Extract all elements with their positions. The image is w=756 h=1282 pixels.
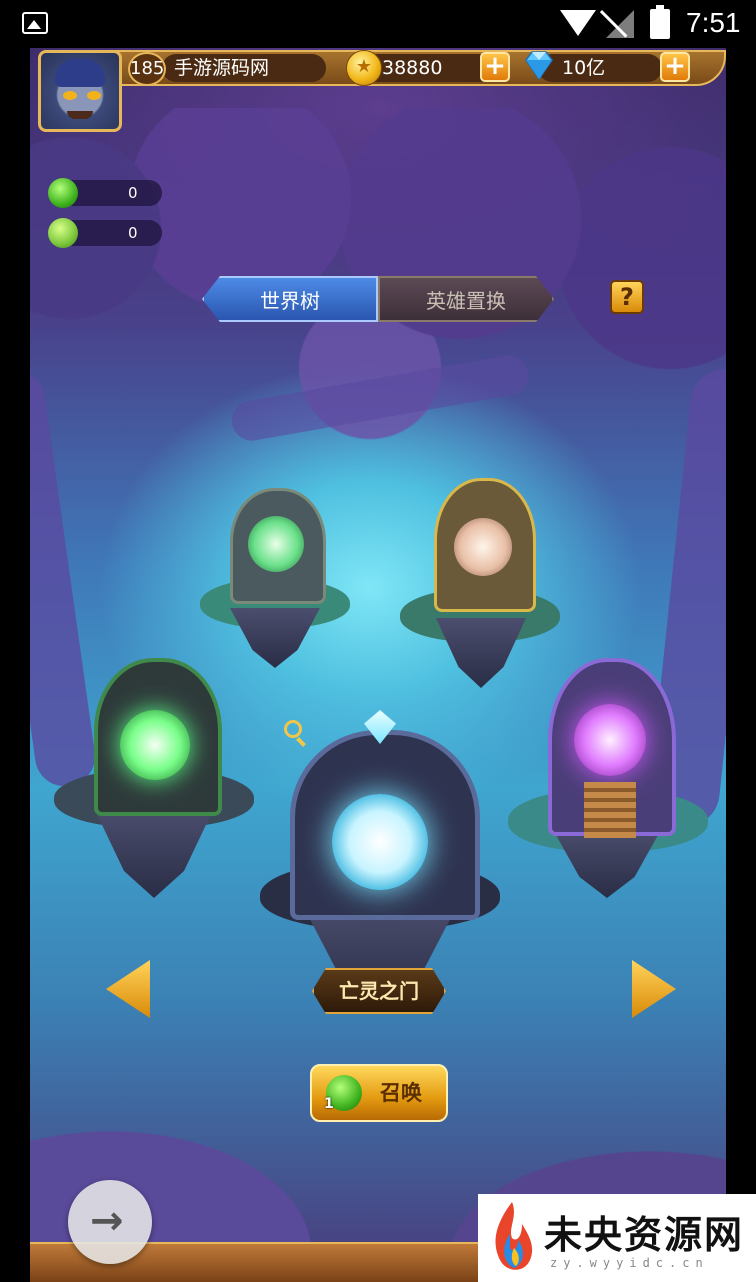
portal-top-left[interactable]	[200, 478, 350, 668]
gold-amount: 38880	[382, 57, 443, 79]
avatar-mouth	[67, 111, 93, 119]
top-hud: 185 手游源码网 ★ 38880 + 10亿 +	[30, 48, 726, 132]
arrow-right-icon: →	[90, 1198, 124, 1244]
player-avatar[interactable]	[38, 50, 122, 132]
portal-left[interactable]	[54, 648, 254, 898]
player-name: 手游源码网	[174, 57, 270, 79]
chevron-right-icon	[632, 960, 676, 1018]
resource-value: 0	[128, 184, 138, 202]
portal-orb	[248, 516, 304, 572]
portal-rock	[552, 828, 662, 898]
diamond-amount: 10亿	[562, 57, 606, 79]
green-frog-icon	[48, 218, 78, 248]
portal-stairs	[584, 782, 636, 838]
battery-icon	[650, 5, 670, 39]
wifi-icon	[560, 10, 596, 36]
magnifier-icon[interactable]	[284, 720, 302, 738]
floating-arrow-button[interactable]: →	[68, 1180, 152, 1264]
flame-logo-icon	[495, 1202, 533, 1270]
help-button[interactable]: ?	[610, 280, 644, 314]
watermark: 未央资源网 zy.wyyidc.cn	[478, 1194, 756, 1282]
chevron-left-icon	[106, 960, 150, 1018]
portal-orb	[120, 710, 190, 780]
portal-orb	[574, 704, 646, 776]
summon-button[interactable]: 1 召唤	[310, 1064, 448, 1122]
summon-cost: 1	[324, 1096, 334, 1112]
game-screen: 185 手游源码网 ★ 38880 + 10亿 + 0 0 世界树 英雄置换 ?	[30, 48, 726, 1282]
diamond-icon	[525, 51, 553, 81]
previous-portal-button[interactable]	[106, 960, 150, 1018]
tab-world-tree[interactable]: 世界树	[202, 276, 378, 322]
portal-orb	[454, 518, 512, 576]
add-gold-button[interactable]: +	[480, 52, 510, 82]
watermark-title: 未央资源网	[544, 1212, 745, 1257]
watermark-url: zy.wyyidc.cn	[550, 1256, 709, 1270]
next-portal-button[interactable]	[632, 960, 676, 1018]
avatar-eye-right	[87, 91, 101, 100]
portal-right[interactable]	[508, 652, 708, 902]
add-diamond-button[interactable]: +	[660, 52, 690, 82]
player-level-badge: 185	[128, 52, 166, 86]
no-signal-icon	[606, 10, 634, 38]
resource-value: 0	[128, 224, 138, 242]
gold-coin-icon: ★	[346, 50, 382, 86]
portal-orb	[332, 794, 428, 890]
image-notification-icon	[22, 12, 48, 34]
tab-hero-swap[interactable]: 英雄置换	[378, 276, 554, 322]
portal-name-label: 亡灵之门	[312, 968, 446, 1014]
avatar-eye-left	[63, 91, 77, 100]
portal-rock	[94, 808, 214, 898]
summon-label: 召唤	[380, 1081, 422, 1105]
green-soul-orb-icon	[48, 178, 78, 208]
status-time: 7:51	[686, 7, 741, 38]
avatar-hair	[55, 59, 105, 87]
status-bar: 7:51	[0, 0, 756, 48]
